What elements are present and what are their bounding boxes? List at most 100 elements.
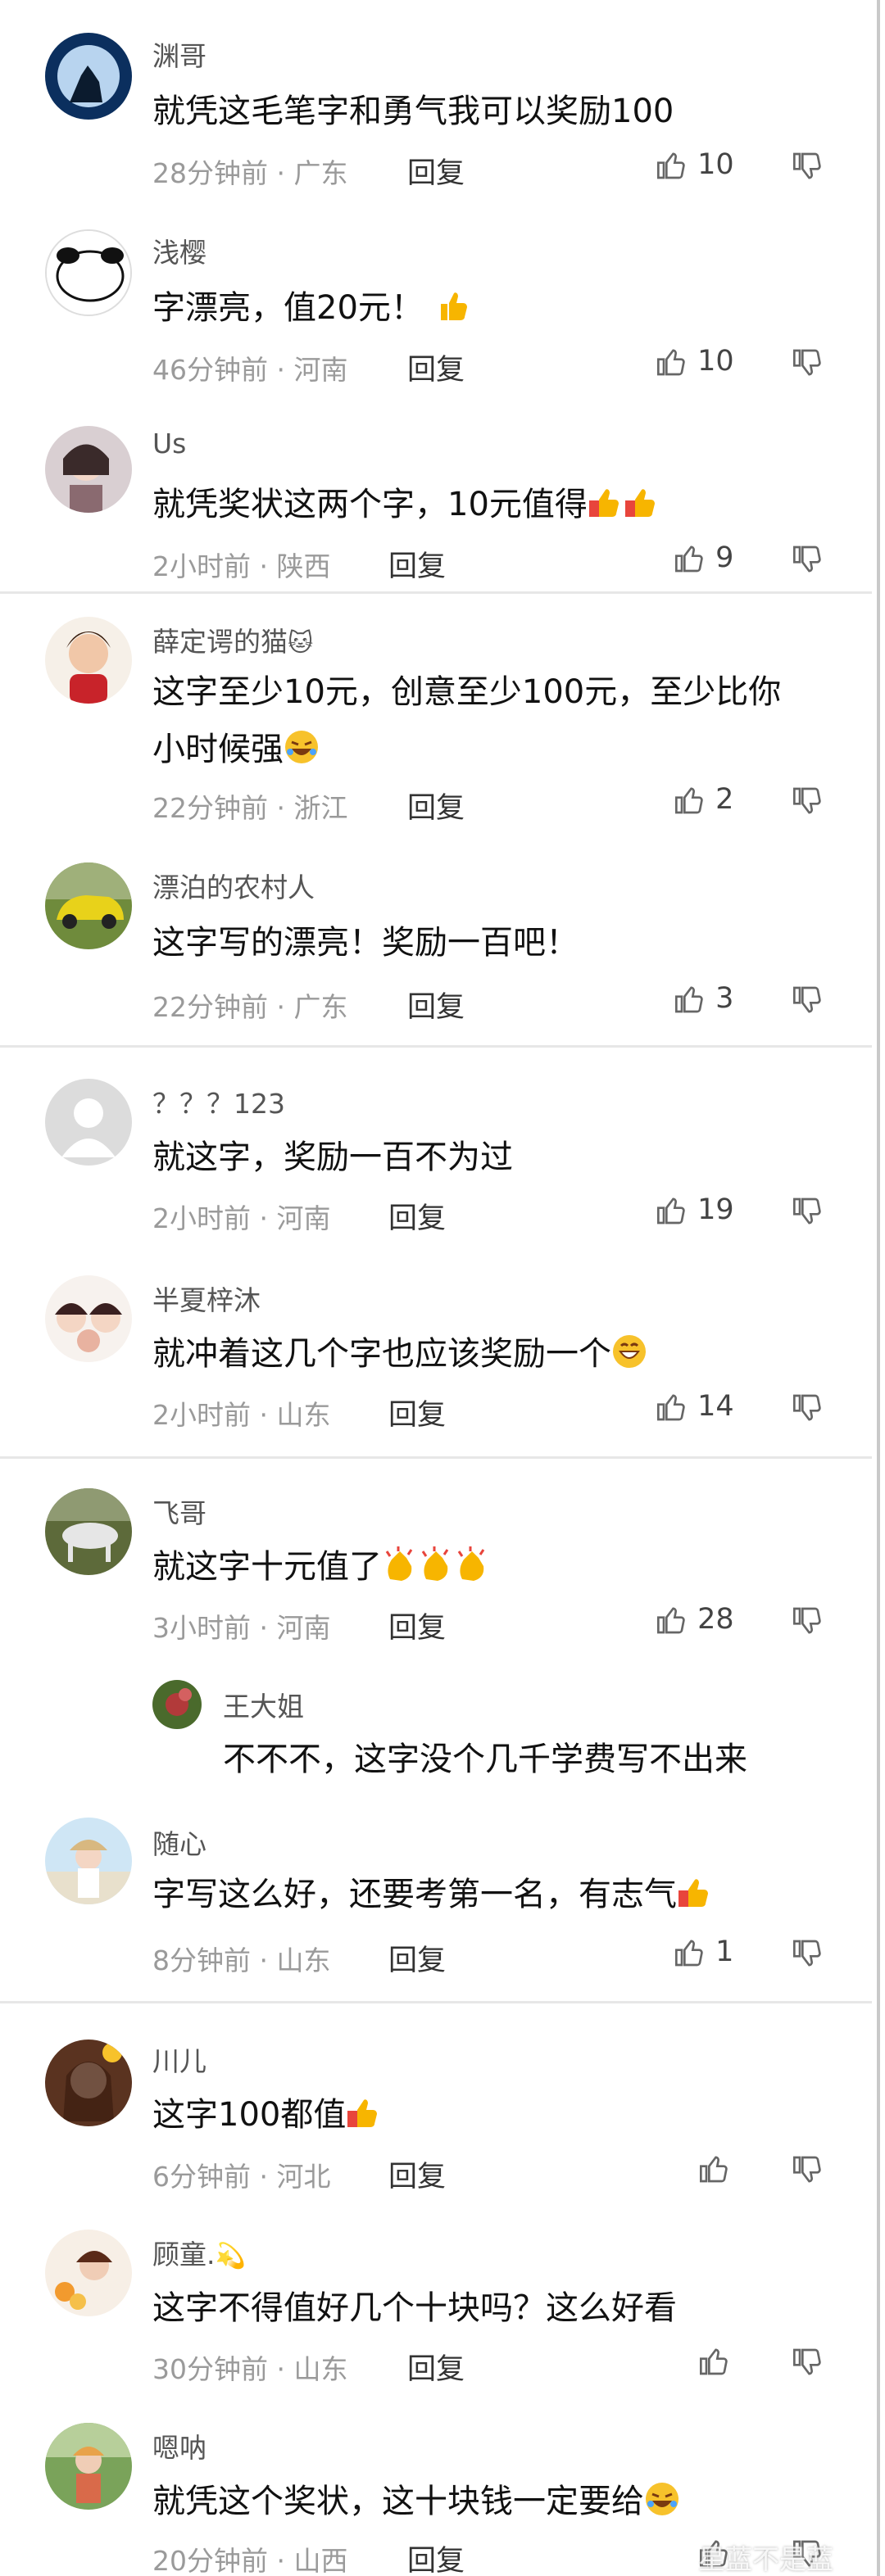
comment-item: ？？？123 就这字，奖励一百不为过 2小时前 · 河南 回复 19	[0, 1048, 872, 1244]
thumbs-up-emoji-icon	[346, 2087, 382, 2127]
flower-avatar[interactable]	[45, 2230, 132, 2316]
reply-button[interactable]: 回复	[388, 1605, 446, 1646]
sub-reply[interactable]: 王大姐 不不不，这字没个几千学费写不出来	[152, 1678, 824, 1801]
like-button[interactable]: 9	[674, 541, 733, 575]
thumbs-up-emoji-icon	[588, 477, 624, 517]
like-button[interactable]: 2	[674, 783, 733, 817]
comment-meta: 22分钟前 · 浙江	[152, 792, 348, 824]
username[interactable]: 川儿	[152, 2040, 206, 2079]
reply-button[interactable]: 回复	[388, 543, 446, 585]
username[interactable]: 薛定谔的猫🐱	[152, 620, 313, 659]
dislike-button[interactable]	[792, 543, 824, 576]
dislike-button[interactable]	[792, 1937, 824, 1970]
sub-reply-avatar[interactable]	[152, 1680, 202, 1729]
child-avatar[interactable]	[45, 2423, 132, 2510]
horse-avatar[interactable]	[45, 1488, 132, 1575]
like-button[interactable]	[698, 2344, 731, 2378]
thumbs-up-icon	[657, 349, 685, 376]
comment-meta: 2小时前 · 河南	[152, 1202, 331, 1234]
like-button[interactable]: 10	[656, 345, 734, 378]
username[interactable]: 飞哥	[152, 1492, 206, 1531]
like-count: 10	[697, 148, 734, 181]
default-avatar[interactable]	[45, 1079, 132, 1166]
dislike-button[interactable]	[792, 984, 824, 1016]
dislike-button[interactable]	[792, 1392, 824, 1424]
comment-meta: 8分钟前 · 山东	[152, 1944, 331, 1976]
like-button[interactable]: 1	[674, 1935, 733, 1969]
reply-button[interactable]: 回复	[407, 150, 465, 192]
thumbs-up-emoji-icon	[434, 280, 470, 320]
username[interactable]: Us	[152, 428, 186, 460]
comment-meta: 6分钟前 · 河北	[152, 2161, 331, 2193]
username[interactable]: 嗯呐	[152, 2426, 206, 2465]
woman-avatar[interactable]	[45, 2040, 132, 2126]
dislike-button[interactable]	[792, 2346, 824, 2379]
dislike-button[interactable]	[792, 785, 824, 817]
like-button[interactable]: 10	[656, 148, 734, 182]
username[interactable]: 浅樱	[152, 231, 206, 270]
thumbs-up-icon	[700, 2156, 728, 2183]
sparkle-emoji-icon: 💫	[215, 2242, 246, 2270]
comment-item: 半夏梓沐 就冲着这几个字也应该奖励一个 2小时前 · 山东 回复 14	[0, 1244, 872, 1449]
reply-button[interactable]: 回复	[388, 2153, 446, 2195]
thumbs-up-icon	[657, 152, 685, 179]
dislike-button[interactable]	[792, 2153, 824, 2186]
like-count: 1	[715, 1935, 734, 1968]
thumbs-up-icon	[657, 1394, 685, 1421]
comment-item: 浅樱 字漂亮，值20元！ 46分钟前 · 河南 回复 10	[0, 197, 872, 393]
wolf-moon-avatar[interactable]	[45, 33, 132, 120]
thumbs-down-icon	[793, 546, 821, 573]
like-count: 28	[697, 1603, 734, 1636]
thumbs-down-icon	[793, 349, 821, 376]
cartoon-avatar[interactable]	[45, 617, 132, 704]
reply-button[interactable]: 回复	[407, 2538, 465, 2576]
dislike-button[interactable]	[792, 1195, 824, 1228]
cartoon-girls-avatar[interactable]	[45, 1275, 132, 1362]
reply-button[interactable]: 回复	[407, 346, 465, 388]
thumbs-up-emoji-icon	[624, 477, 660, 517]
scrollbar-track[interactable]	[877, 0, 880, 2576]
reply-button[interactable]: 回复	[388, 1195, 446, 1237]
like-count: 9	[715, 541, 734, 574]
comment-meta: 28分钟前 · 广东	[152, 157, 348, 189]
comment-item: 顾童.💫 这字不得值好几个十块吗？这么好看 30分钟前 · 山东 回复	[0, 2200, 872, 2393]
dislike-button[interactable]	[792, 150, 824, 183]
dislike-button[interactable]	[792, 1605, 824, 1637]
username[interactable]: 顾童.💫	[152, 2233, 246, 2272]
sub-reply-username[interactable]: 王大姐	[223, 1685, 304, 1724]
comment-text: 字写这么好，还要考第一名，有志气	[152, 1862, 713, 1927]
like-button[interactable]	[698, 2152, 731, 2185]
reply-button[interactable]: 回复	[407, 785, 465, 826]
thumbs-up-icon	[675, 986, 703, 1013]
comment-text: 这字不得值好几个十块吗？这么好看	[152, 2289, 677, 2327]
comment-meta: 22分钟前 · 广东	[152, 991, 348, 1023]
dislike-button[interactable]	[792, 346, 824, 379]
comment-text: 就这字，奖励一百不为过	[152, 1139, 513, 1176]
girl-avatar[interactable]	[45, 426, 132, 513]
like-button[interactable]: 28	[656, 1603, 734, 1637]
panda-avatar[interactable]	[45, 229, 132, 316]
thumbs-down-icon	[793, 1197, 821, 1225]
reply-button[interactable]: 回复	[407, 984, 465, 1025]
thumbs-down-icon	[793, 152, 821, 179]
like-button[interactable]: 3	[674, 982, 733, 1016]
username[interactable]: 随心	[152, 1822, 206, 1862]
like-button[interactable]: 14	[656, 1390, 734, 1424]
laughing-emoji-icon	[644, 2474, 680, 2515]
comment-meta: 2小时前 · 山东	[152, 1399, 331, 1431]
reply-button[interactable]: 回复	[407, 2346, 465, 2388]
laughing-emoji-icon	[284, 722, 320, 763]
username[interactable]: 半夏梓沐	[152, 1279, 261, 1318]
username[interactable]: 渊哥	[152, 34, 206, 74]
reply-button[interactable]: 回复	[388, 1937, 446, 1979]
username[interactable]: ？？？123	[152, 1082, 285, 1121]
comment-item: 渊哥 就凭这毛笔字和勇气我可以奖励100 28分钟前 · 广东 回复 10	[0, 0, 872, 197]
sub-reply-text: 不不不，这字没个几千学费写不出来	[223, 1741, 747, 1778]
username[interactable]: 漂泊的农村人	[152, 866, 315, 905]
car-avatar[interactable]	[45, 862, 132, 949]
like-count: 3	[715, 982, 734, 1015]
like-count: 2	[715, 783, 734, 816]
beach-avatar[interactable]	[45, 1818, 132, 1904]
reply-button[interactable]: 回复	[388, 1392, 446, 1433]
like-button[interactable]: 19	[656, 1193, 734, 1227]
